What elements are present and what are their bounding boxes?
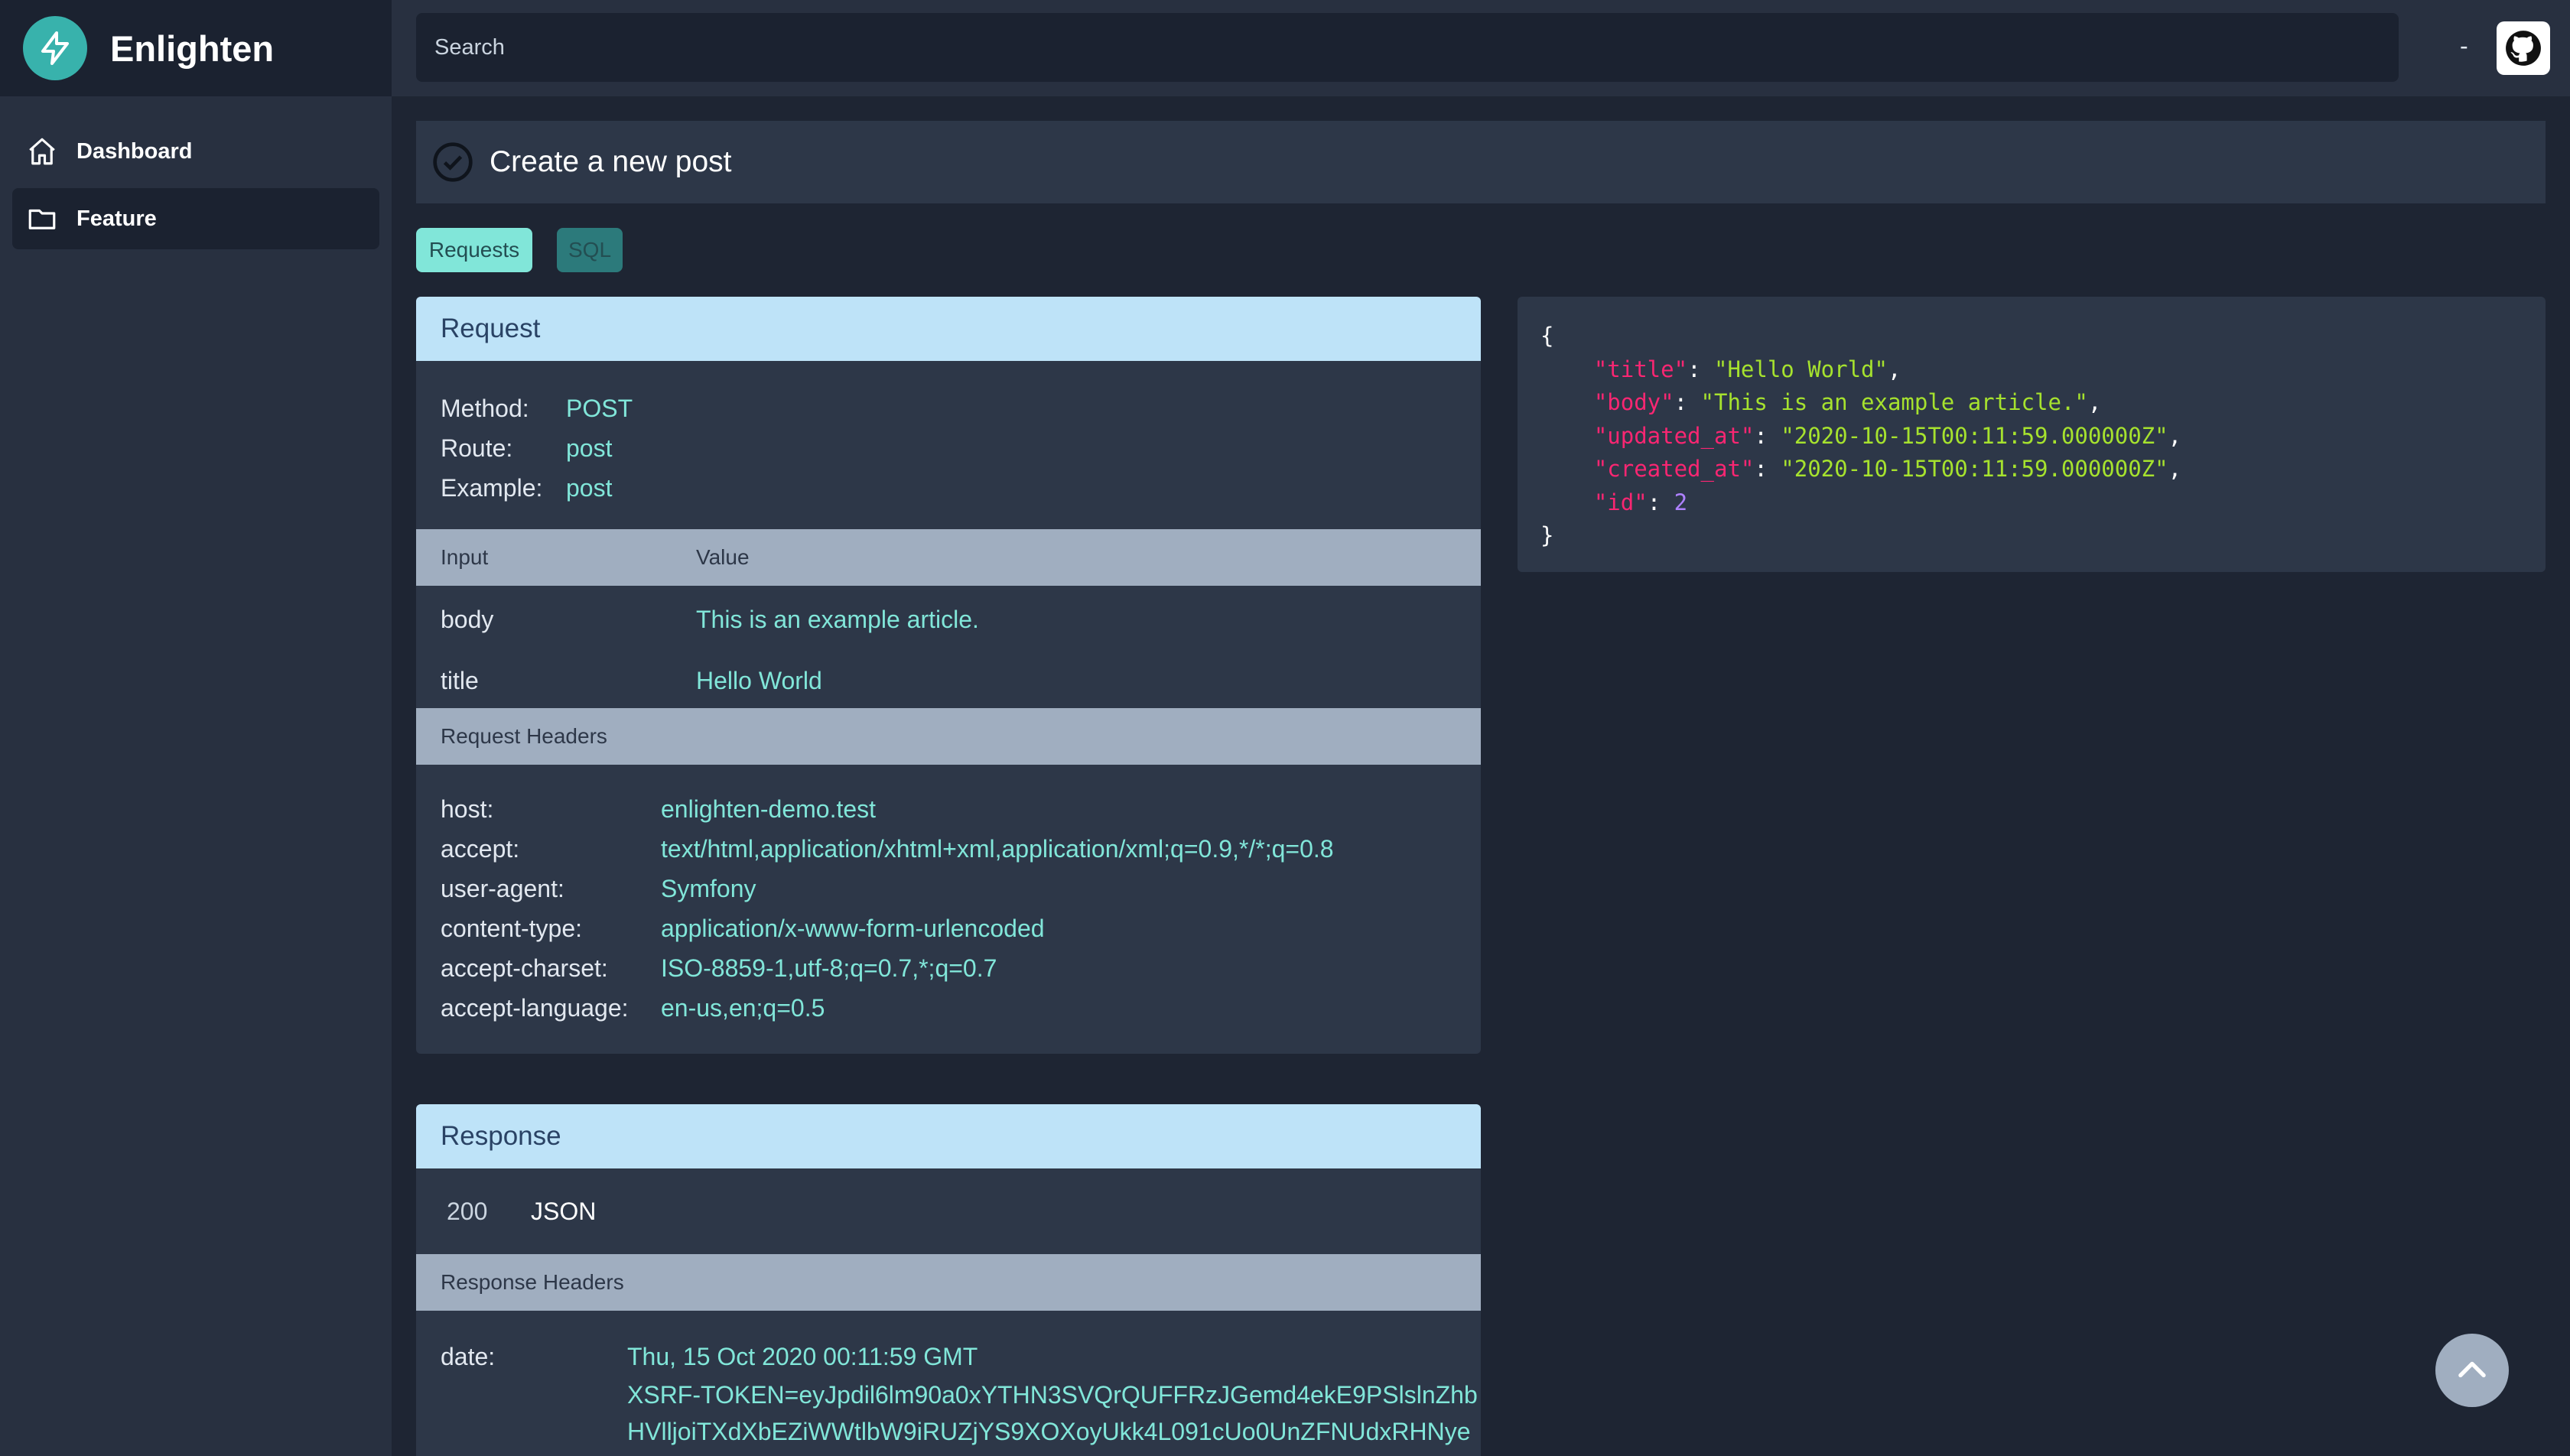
column-header-value: Value [696, 545, 750, 569]
request-headers-title: Request Headers [416, 708, 1481, 765]
home-icon [29, 138, 55, 165]
folder-icon [28, 209, 56, 229]
sidebar-item-dashboard[interactable]: Dashboard [12, 121, 379, 182]
scroll-to-top-button[interactable] [2435, 1334, 2509, 1407]
request-example: Example: post [441, 473, 613, 502]
github-link[interactable] [2497, 21, 2550, 75]
brand[interactable]: Enlighten [0, 0, 392, 96]
tab-sql[interactable]: SQL [557, 228, 623, 272]
header-row: accept-language: en-us,en;q=0.5 [441, 993, 825, 1022]
header-row: date: Thu, 15 Oct 2020 00:11:59 GMT [441, 1342, 978, 1370]
request-method: Method: POST [441, 394, 633, 422]
user-menu[interactable]: - [2460, 32, 2468, 60]
input-table: body This is an example article. title H… [416, 586, 1481, 708]
input-table-header: Input Value [416, 529, 1481, 586]
response-headers: date: Thu, 15 Oct 2020 00:11:59 GMT XSRF… [416, 1311, 1481, 1450]
check-circle-icon [433, 142, 473, 182]
header-row: user-agent: Symfony [441, 874, 756, 902]
app-name: Enlighten [110, 28, 275, 69]
sidebar-item-label: Feature [76, 206, 157, 231]
lightning-bolt-icon [23, 16, 87, 80]
header-row: accept-charset: ISO-8859-1,utf-8;q=0.7,*… [441, 954, 997, 982]
chevron-up-icon [2458, 1361, 2486, 1378]
request-panel: Request Method: POST Route: post Example… [416, 297, 1481, 1054]
response-panel: Response 200 JSON Response Headers date:… [416, 1104, 1481, 1456]
response-headers-title: Response Headers [416, 1254, 1481, 1311]
page-header: Create a new post [416, 121, 2546, 203]
request-heading: Request [416, 297, 1481, 361]
table-row: body This is an example article. [441, 605, 979, 633]
search-input[interactable] [416, 13, 2399, 82]
response-json-viewer: { "title": "Hello World", "body": "This … [1518, 297, 2546, 572]
response-status-row: 200 JSON [416, 1168, 1481, 1254]
header-row: host: enlighten-demo.test [441, 795, 877, 823]
sidebar: Enlighten Dashboard Feature [0, 0, 392, 1456]
tab-requests[interactable]: Requests [416, 228, 532, 272]
header-row: HVlljoiTXdXbEZiWWtlbW9iRUZjYS9XOXoyUkk4L… [627, 1417, 1471, 1445]
request-info: Method: POST Route: post Example: post [416, 361, 1481, 529]
header-row: content-type: application/x-www-form-url… [441, 914, 1045, 942]
page-title: Create a new post [490, 145, 732, 178]
top-bar: - [392, 0, 2570, 96]
github-icon [2506, 31, 2541, 66]
header-row: accept: text/html,application/xhtml+xml,… [441, 834, 1334, 863]
table-row: title Hello World [441, 666, 822, 694]
request-headers: host: enlighten-demo.test accept: text/h… [416, 765, 1481, 1028]
sidebar-item-label: Dashboard [76, 138, 193, 164]
column-header-input: Input [441, 545, 489, 569]
header-row: XSRF-TOKEN=eyJpdil6lm90a0xYTHN3SVQrQUFFR… [627, 1380, 1478, 1409]
sidebar-item-feature[interactable]: Feature [12, 188, 379, 249]
response-heading: Response [416, 1104, 1481, 1168]
response-format: JSON [531, 1197, 597, 1225]
request-route: Route: post [441, 434, 613, 462]
status-code: 200 [447, 1197, 488, 1225]
